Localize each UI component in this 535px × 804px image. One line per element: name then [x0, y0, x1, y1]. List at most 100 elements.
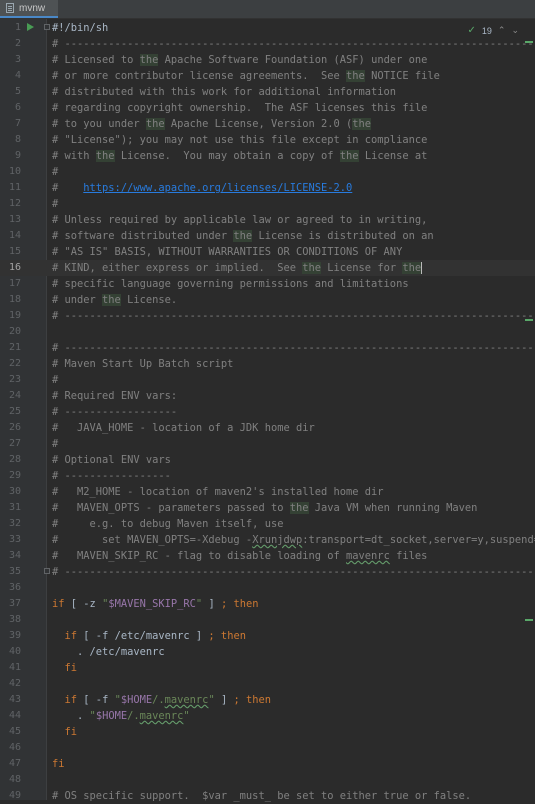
code-text[interactable]: # M2_HOME - location of maven2's install…: [52, 484, 384, 500]
code-text[interactable]: #: [52, 436, 58, 452]
code-line[interactable]: 43 if [ -f "$HOME/.mavenrc" ] ; then: [0, 692, 535, 708]
chevron-down-icon[interactable]: ⌄: [511, 25, 519, 36]
code-text[interactable]: # with the License. You may obtain a cop…: [52, 148, 427, 164]
code-text[interactable]: #!/bin/sh: [52, 20, 108, 36]
inspection-widget[interactable]: ✓ 19 ⌃ ⌄: [465, 25, 521, 36]
code-line[interactable]: 5 # distributed with this work for additi…: [0, 84, 535, 100]
run-icon[interactable]: [27, 23, 34, 31]
code-text[interactable]: # to you under the Apache License, Versi…: [52, 116, 372, 132]
code-text[interactable]: # OS specific support. $var _must_ be se…: [52, 788, 471, 804]
code-line[interactable]: 15 # "AS IS" BASIS, WITHOUT WARRANTIES OR…: [0, 244, 535, 260]
code-line[interactable]: 17 # specific language governing permissi…: [0, 276, 535, 292]
code-line[interactable]: 33 # set MAVEN_OPTS=-Xdebug -Xrunjdwp:tra…: [0, 532, 535, 548]
code-text[interactable]: #: [52, 372, 58, 388]
code-text[interactable]: # ------------------: [52, 404, 177, 420]
code-line[interactable]: 34 # MAVEN_SKIP_RC - flag to disable load…: [0, 548, 535, 564]
code-text[interactable]: if [ -z "$MAVEN_SKIP_RC" ] ; then: [52, 596, 259, 612]
code-line[interactable]: 37 if [ -z "$MAVEN_SKIP_RC" ] ; then: [0, 596, 535, 612]
fold-marker-icon[interactable]: [44, 568, 50, 574]
code-text[interactable]: # or more contributor license agreements…: [52, 68, 440, 84]
code-line[interactable]: 4 # or more contributor license agreement…: [0, 68, 535, 84]
code-line[interactable]: 9 # with the License. You may obtain a co…: [0, 148, 535, 164]
code-line[interactable]: 19 # ------------------------------------…: [0, 308, 535, 324]
code-text[interactable]: # "AS IS" BASIS, WITHOUT WARRANTIES OR C…: [52, 244, 402, 260]
code-line[interactable]: 32 # e.g. to debug Maven itself, use: [0, 516, 535, 532]
code-text[interactable]: # MAVEN_OPTS - parameters passed to the …: [52, 500, 477, 516]
code-line[interactable]: 47 fi: [0, 756, 535, 772]
code-line[interactable]: 42: [0, 676, 535, 692]
code-line[interactable]: 26 # JAVA_HOME - location of a JDK home d…: [0, 420, 535, 436]
code-text[interactable]: if [ -f "$HOME/.mavenrc" ] ; then: [52, 692, 272, 708]
code-line[interactable]: 39 if [ -f /etc/mavenrc ] ; then: [0, 628, 535, 644]
code-line[interactable]: 7 # to you under the Apache License, Vers…: [0, 116, 535, 132]
code-text[interactable]: # e.g. to debug Maven itself, use: [52, 516, 283, 532]
code-line[interactable]: 41 fi: [0, 660, 535, 676]
code-text[interactable]: # MAVEN_SKIP_RC - flag to disable loadin…: [52, 548, 427, 564]
code-line[interactable]: 2 # -------------------------------------…: [0, 36, 535, 52]
code-text[interactable]: # under the License.: [52, 292, 177, 308]
code-text[interactable]: # Optional ENV vars: [52, 452, 171, 468]
code-line[interactable]: 10 #: [0, 164, 535, 180]
code-line[interactable]: 25 # ------------------: [0, 404, 535, 420]
code-line[interactable]: 20: [0, 324, 535, 340]
code-text[interactable]: # Licensed to the Apache Software Founda…: [52, 52, 427, 68]
code-line[interactable]: 40 . /etc/mavenrc: [0, 644, 535, 660]
code-line[interactable]: 27 #: [0, 436, 535, 452]
code-text[interactable]: #: [52, 196, 58, 212]
code-text[interactable]: # set MAVEN_OPTS=-Xdebug -Xrunjdwp:trans…: [52, 532, 535, 548]
code-text[interactable]: if [ -f /etc/mavenrc ] ; then: [52, 628, 246, 644]
code-line[interactable]: 24 # Required ENV vars:: [0, 388, 535, 404]
code-text[interactable]: fi: [52, 660, 78, 676]
code-line[interactable]: 1 #!/bin/sh: [0, 20, 535, 36]
code-text[interactable]: # "License"); you may not use this file …: [52, 132, 427, 148]
code-line[interactable]: 46: [0, 740, 535, 756]
code-line[interactable]: 48: [0, 772, 535, 788]
code-line[interactable]: 13 # Unless required by applicable law or…: [0, 212, 535, 228]
code-text[interactable]: # -----------------: [52, 468, 171, 484]
code-line[interactable]: 30 # M2_HOME - location of maven2's insta…: [0, 484, 535, 500]
code-text[interactable]: # JAVA_HOME - location of a JDK home dir: [52, 420, 315, 436]
code-line[interactable]: 11 # https://www.apache.org/licenses/LICE…: [0, 180, 535, 196]
code-text[interactable]: # Maven Start Up Batch script: [52, 356, 233, 372]
code-text[interactable]: . /etc/mavenrc: [52, 644, 165, 660]
code-line[interactable]: 8 # "License"); you may not use this file…: [0, 132, 535, 148]
code-text[interactable]: . "$HOME/.mavenrc": [52, 708, 190, 724]
scrollbar-marker[interactable]: [525, 619, 533, 621]
code-line[interactable]: 35 # ------------------------------------…: [0, 564, 535, 580]
tab-mvnw[interactable]: mvnw: [0, 0, 58, 18]
scrollbar-marker[interactable]: [525, 41, 533, 43]
code-line[interactable]: 14 # software distributed under the Licen…: [0, 228, 535, 244]
code-line[interactable]: 18 # under the License.: [0, 292, 535, 308]
code-text[interactable]: fi: [52, 756, 65, 772]
code-text[interactable]: # --------------------------------------…: [52, 308, 535, 324]
code-text[interactable]: # --------------------------------------…: [52, 564, 535, 580]
code-line[interactable]: 49 # OS specific support. $var _must_ be …: [0, 788, 535, 804]
code-line[interactable]: 36: [0, 580, 535, 596]
code-text[interactable]: # Required ENV vars:: [52, 388, 177, 404]
code-text[interactable]: # distributed with this work for additio…: [52, 84, 396, 100]
code-line[interactable]: 21 # ------------------------------------…: [0, 340, 535, 356]
code-line[interactable]: 44 . "$HOME/.mavenrc": [0, 708, 535, 724]
code-line[interactable]: 22 # Maven Start Up Batch script: [0, 356, 535, 372]
code-editor[interactable]: 1 #!/bin/sh 2 # ---------------------------…: [0, 19, 535, 802]
code-line[interactable]: 6 # regarding copyright ownership. The AS…: [0, 100, 535, 116]
code-text[interactable]: # regarding copyright ownership. The ASF…: [52, 100, 427, 116]
code-text[interactable]: # https://www.apache.org/licenses/LICENS…: [52, 180, 352, 196]
code-line[interactable]: 12 #: [0, 196, 535, 212]
code-line[interactable]: 45 fi: [0, 724, 535, 740]
code-line[interactable]: 31 # MAVEN_OPTS - parameters passed to th…: [0, 500, 535, 516]
code-text[interactable]: # KIND, either express or implied. See t…: [52, 260, 423, 276]
code-line[interactable]: 3 # Licensed to the Apache Software Found…: [0, 52, 535, 68]
code-text[interactable]: # Unless required by applicable law or a…: [52, 212, 427, 228]
code-text[interactable]: # --------------------------------------…: [52, 340, 535, 356]
chevron-up-icon[interactable]: ⌃: [498, 25, 506, 36]
code-line[interactable]: 38: [0, 612, 535, 628]
code-text[interactable]: # software distributed under the License…: [52, 228, 434, 244]
code-line[interactable]: 28 # Optional ENV vars: [0, 452, 535, 468]
code-line[interactable]: 16 # KIND, either express or implied. See…: [0, 260, 535, 276]
fold-marker-icon[interactable]: [44, 24, 50, 30]
scrollbar-marker[interactable]: [525, 319, 533, 321]
code-line[interactable]: 23 #: [0, 372, 535, 388]
code-line[interactable]: 29 # -----------------: [0, 468, 535, 484]
code-text[interactable]: #: [52, 164, 58, 180]
